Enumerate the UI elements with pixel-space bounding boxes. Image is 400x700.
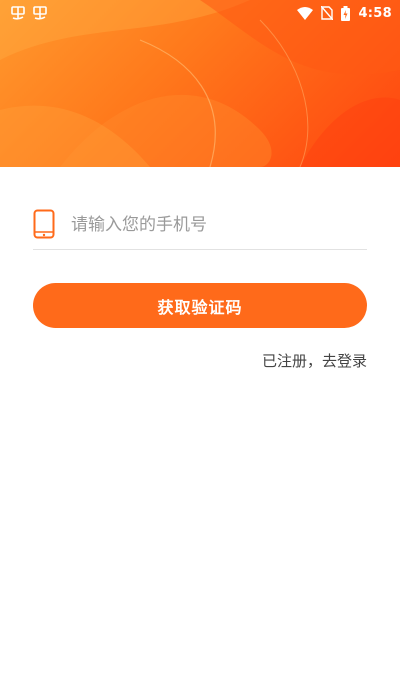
phone-icon [33,206,61,242]
phone-field-row[interactable] [33,200,367,250]
status-system: 4:58 [297,5,392,21]
no-sim-icon [321,6,334,20]
login-link[interactable]: 已注册，去登录 [262,350,367,371]
status-notifications [10,6,48,20]
battery-charging-icon [341,5,351,21]
status-bar: 4:58 [0,0,400,26]
status-time: 4:58 [358,5,392,21]
notification-icon [32,6,48,20]
wifi-icon [297,6,314,20]
notification-icon [10,6,26,20]
header-banner: 4:58 [0,0,400,167]
get-code-button[interactable]: 获取验证码 [33,283,367,328]
phone-input[interactable] [71,206,367,243]
